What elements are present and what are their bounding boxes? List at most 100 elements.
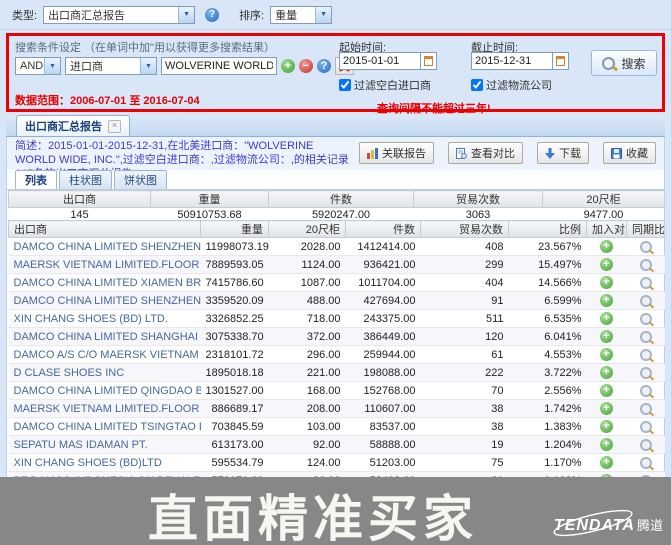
exporter-name-link[interactable]: DAMCO CHINA LIMITED SHENZHEN BRAN <box>14 295 201 307</box>
view-compare-button[interactable]: 查看对比 <box>448 142 523 164</box>
condition-help-icon[interactable]: ? <box>317 59 331 73</box>
exporter-name-link[interactable]: DAMCO CHINA LIMITED QINGDAO BRAN... <box>14 385 201 397</box>
top-toolbar: 类型: 出口商汇总报告 ▼ ? 排序: 重量 ▼ <box>0 0 671 30</box>
trades-cell: 19 <box>421 436 509 454</box>
add-compare-cell: + <box>587 256 627 274</box>
yoy-magnifier-icon[interactable] <box>640 349 652 361</box>
exporter-name-link[interactable]: MAERSK VIETNAM LIMITED.FLOOR 3-4- <box>14 403 201 415</box>
yoy-magnifier-icon[interactable] <box>640 241 652 253</box>
ad-banner: 直面精准买家 TENDATA腾道 <box>0 477 671 545</box>
yoy-magnifier-icon[interactable] <box>640 313 652 325</box>
column-header-exporter: 出口商 <box>9 221 201 238</box>
weight-cell: 3326852.25 <box>201 310 269 328</box>
yoy-magnifier-icon[interactable] <box>640 421 652 433</box>
yoy-magnifier-icon[interactable] <box>640 295 652 307</box>
table-row: MAERSK VIETNAM LIMITED.FLOOR 3-4-5,78895… <box>9 256 665 274</box>
exporter-name-link[interactable]: DAMCO CHINA LIMITED TSINGTAO BRA... <box>14 421 201 433</box>
ratio-cell: 14.566% <box>509 274 587 292</box>
exporter-name-link[interactable]: SEPATU MAS IDAMAN PT. <box>14 439 148 451</box>
remove-condition-icon[interactable]: − <box>299 59 313 73</box>
ratio-cell: 3.722% <box>509 364 587 382</box>
add-to-compare-icon[interactable]: + <box>600 348 613 361</box>
add-to-compare-icon[interactable]: + <box>600 330 613 343</box>
calendar-icon[interactable] <box>421 52 437 70</box>
yoy-magnifier-icon[interactable] <box>640 457 652 469</box>
add-to-compare-icon[interactable]: + <box>600 312 613 325</box>
exporter-name-link[interactable]: XIN CHANG SHOES (BD)LTD <box>14 457 162 469</box>
end-date-input[interactable] <box>471 52 553 70</box>
add-to-compare-icon[interactable]: + <box>600 258 613 271</box>
tab-pie-chart-label: 饼状图 <box>124 172 157 188</box>
yoy-cell <box>627 292 665 310</box>
yoy-magnifier-icon[interactable] <box>640 403 652 415</box>
search-button[interactable]: 搜索 <box>591 50 657 76</box>
yoy-cell <box>627 382 665 400</box>
exporter-name-link[interactable]: XIN CHANG SHOES (BD) LTD. <box>14 313 168 325</box>
calendar-icon[interactable] <box>553 52 569 70</box>
column-header-add-compare: 加入对比 <box>587 221 627 238</box>
yoy-magnifier-icon[interactable] <box>640 277 652 289</box>
add-to-compare-icon[interactable]: + <box>600 456 613 469</box>
report-tab-label: 出口商汇总报告 <box>25 118 102 134</box>
summary-header: 20尺柜 <box>543 191 665 208</box>
favorite-button[interactable]: 收藏 <box>603 142 656 164</box>
tab-exporter-summary-report[interactable]: 出口商汇总报告 × <box>16 115 130 136</box>
add-condition-icon[interactable]: + <box>281 59 295 73</box>
pieces-cell: 936421.00 <box>346 256 421 274</box>
column-header-pieces: 件数 <box>346 221 421 238</box>
yoy-magnifier-icon[interactable] <box>640 331 652 343</box>
bool-operator-select[interactable]: AND ▼ <box>15 57 61 75</box>
yoy-magnifier-icon[interactable] <box>640 259 652 271</box>
sort-label: 排序: <box>239 7 264 23</box>
ratio-cell: 1.383% <box>509 418 587 436</box>
sort-select[interactable]: 重量 ▼ <box>270 6 332 24</box>
related-report-label: 关联报告 <box>382 145 426 161</box>
tab-pie-chart-view[interactable]: 饼状图 <box>114 170 167 189</box>
filter-blank-checkbox[interactable]: 过滤空白进口商 <box>339 77 431 93</box>
bool-operator-value: AND <box>20 60 43 72</box>
pieces-cell: 152768.00 <box>346 382 421 400</box>
exporter-name-link[interactable]: DAMCO CHINA LIMITED SHENZHEN BRA... <box>14 241 201 253</box>
exporter-name-cell: XIN CHANG SHOES (BD) LTD. <box>9 310 201 328</box>
download-button[interactable]: 下载 <box>537 142 589 164</box>
checkbox-icon[interactable] <box>339 79 351 91</box>
exporter-name-link[interactable]: D CLASE SHOES INC <box>14 367 125 379</box>
pieces-cell: 243375.00 <box>346 310 421 328</box>
tab-list-view[interactable]: 列表 <box>15 170 57 189</box>
yoy-magnifier-icon[interactable] <box>640 439 652 451</box>
tab-bar-chart-view[interactable]: 柱状图 <box>59 170 112 189</box>
exporter-name-link[interactable]: DAMCO CHINA LIMITED SHANGHAI BRA... <box>14 331 201 343</box>
yoy-magnifier-icon[interactable] <box>640 367 652 379</box>
checkbox-icon[interactable] <box>471 79 483 91</box>
trades-cell: 75 <box>421 454 509 472</box>
related-report-button[interactable]: 关联报告 <box>359 142 434 164</box>
trades-cell: 91 <box>421 292 509 310</box>
close-icon[interactable]: × <box>108 120 121 133</box>
start-date-input[interactable] <box>339 52 421 70</box>
keyword-input[interactable] <box>161 57 277 75</box>
add-to-compare-icon[interactable]: + <box>600 420 613 433</box>
add-compare-cell: + <box>587 382 627 400</box>
chevron-down-icon: ▼ <box>315 7 331 23</box>
query-interval-warning: 查询间隔不能超过三年! <box>377 100 491 116</box>
add-to-compare-icon[interactable]: + <box>600 438 613 451</box>
report-type-select[interactable]: 出口商汇总报告 ▼ <box>43 6 195 24</box>
exporter-name-link[interactable]: MAERSK VIETNAM LIMITED.FLOOR 3-4-5, <box>14 259 201 271</box>
exporter-name-cell: MAERSK VIETNAM LIMITED.FLOOR 3-4-5, <box>9 256 201 274</box>
exporter-name-link[interactable]: DAMCO CHINA LIMITED XIAMEN BRANCH <box>14 277 201 289</box>
filter-logistics-checkbox[interactable]: 过滤物流公司 <box>471 77 552 93</box>
yoy-magnifier-icon[interactable] <box>640 385 652 397</box>
add-to-compare-icon[interactable]: + <box>600 276 613 289</box>
teu-cell: 488.00 <box>269 292 346 310</box>
search-field-select[interactable]: 进口商 ▼ <box>65 57 157 75</box>
help-icon[interactable]: ? <box>205 8 219 22</box>
logo-text-en: TENDATA <box>554 517 635 534</box>
pieces-cell: 1011704.00 <box>346 274 421 292</box>
add-to-compare-icon[interactable]: + <box>600 366 613 379</box>
add-to-compare-icon[interactable]: + <box>600 402 613 415</box>
add-to-compare-icon[interactable]: + <box>600 384 613 397</box>
pieces-cell: 51203.00 <box>346 454 421 472</box>
add-to-compare-icon[interactable]: + <box>600 240 613 253</box>
exporter-name-link[interactable]: DAMCO A/S C/O MAERSK VIETNAM LTD., <box>14 349 201 361</box>
add-to-compare-icon[interactable]: + <box>600 294 613 307</box>
